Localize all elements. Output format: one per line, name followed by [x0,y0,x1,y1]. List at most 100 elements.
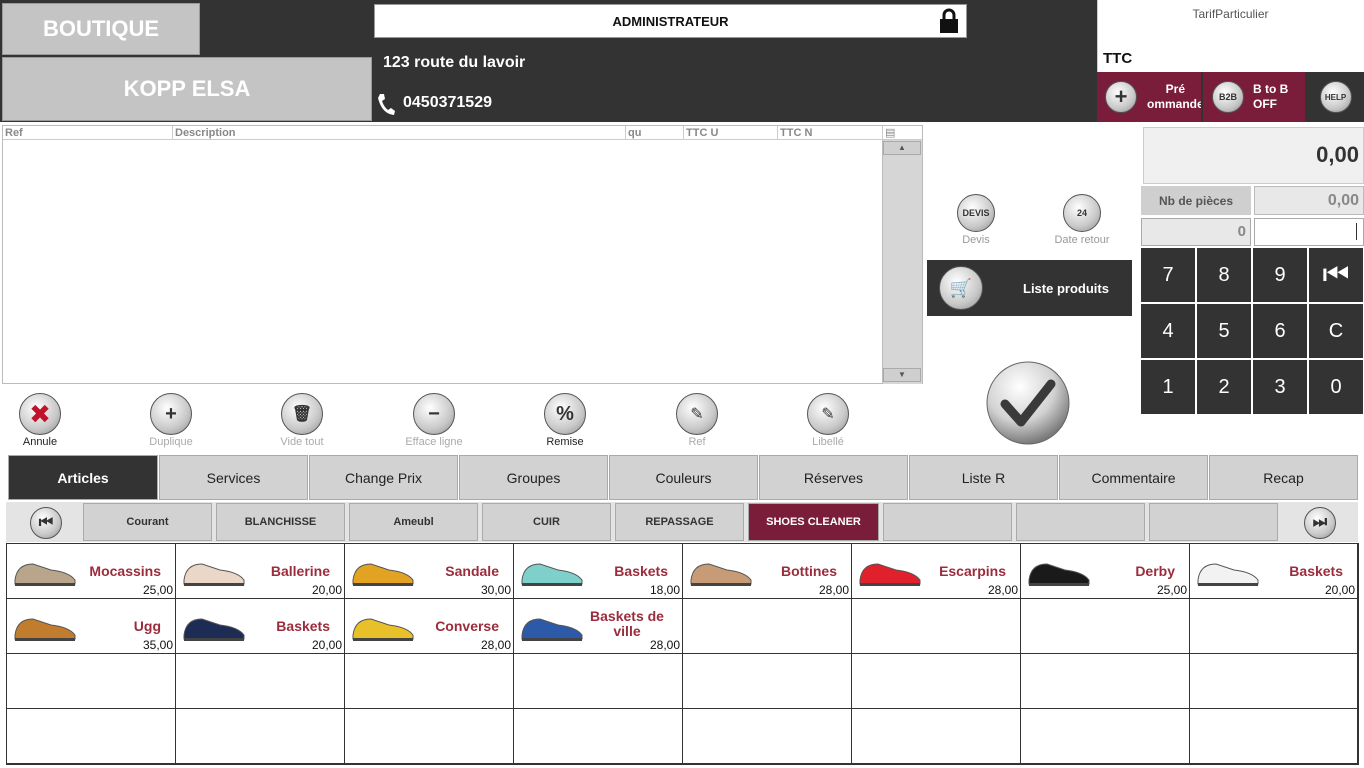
quantity-field[interactable]: 0 [1141,218,1251,246]
empty-product-tile[interactable] [7,709,176,764]
efface-ligne-button[interactable]: − Efface ligne [399,393,469,448]
remise-button[interactable]: % Remise [530,393,600,448]
annule-button[interactable]: ✖ Annule [5,393,75,448]
key-4[interactable]: 4 [1141,304,1195,358]
user-box[interactable]: ADMINISTRATEUR [374,4,967,38]
key-backspace-icon[interactable]: ⏮ [1309,248,1363,302]
b2b-button[interactable]: B2B B to B OFF [1203,72,1305,122]
column-header-description[interactable]: Description [173,126,626,140]
key-1[interactable]: 1 [1141,360,1195,414]
key-0[interactable]: 0 [1309,360,1363,414]
subtab-empty[interactable] [1149,503,1278,541]
libelle-button[interactable]: ✎ Libellé [793,393,863,448]
empty-product-tile[interactable] [514,709,683,764]
key-2[interactable]: 2 [1197,360,1251,414]
empty-product-tile[interactable] [514,654,683,709]
empty-product-tile[interactable] [1190,599,1358,654]
ref-button[interactable]: ✎ Ref [662,393,732,448]
subtab-blanchisse[interactable]: BLANCHISSE [216,503,345,541]
shoe-icon [352,563,414,586]
product-name: Baskets [614,563,668,579]
subtab-courant[interactable]: Courant [83,503,212,541]
tab-groupes[interactable]: Groupes [459,455,608,500]
empty-product-tile[interactable] [852,709,1021,764]
customer-phone: 0450371529 [403,94,492,111]
precommande-button[interactable]: + Pré ommande [1097,72,1201,122]
product-tile[interactable]: Mocassins 25,00 [7,544,176,599]
column-header-unit-price[interactable]: TTC U [684,126,778,140]
customer-name[interactable]: KOPP ELSA [2,57,372,121]
product-price: 30,00 [480,583,511,597]
column-header-net-price[interactable]: TTC N [778,126,883,140]
subtab-ameubl[interactable]: Ameubl [349,503,478,541]
scroll-up-button[interactable]: ▲ [883,141,921,155]
empty-product-tile[interactable] [852,599,1021,654]
product-tile[interactable]: Baskets 20,00 [176,599,345,654]
key-clear[interactable]: C [1309,304,1363,358]
subtab-empty[interactable] [883,503,1012,541]
tab-recap[interactable]: Recap [1209,455,1358,500]
empty-product-tile[interactable] [176,654,345,709]
vide-tout-button[interactable]: 🗑 Vide tout [267,393,337,448]
empty-product-tile[interactable] [683,654,852,709]
validate-checkmark-icon[interactable] [985,360,1071,446]
key-5[interactable]: 5 [1197,304,1251,358]
empty-product-tile[interactable] [1021,654,1190,709]
first-page-icon[interactable]: ⏮ [30,507,62,539]
ticket-lines-table[interactable]: Ref Description qu TTC U TTC N ▤ [2,125,923,384]
devis-button[interactable]: DEVIS Devis [941,194,1011,246]
key-9[interactable]: 9 [1253,248,1307,302]
tab-liste-r[interactable]: Liste R [909,455,1058,500]
column-header-qty[interactable]: qu [626,126,684,140]
subtab-shoes-cleaner[interactable]: SHOES CLEANER [748,503,879,541]
help-button[interactable]: HELP [1307,72,1364,122]
tab-commentaire[interactable]: Commentaire [1059,455,1208,500]
liste-produits-button[interactable]: 🛒 Liste produits [927,260,1132,316]
duplique-button[interactable]: + Duplique [136,393,206,448]
product-tile[interactable]: Ugg 35,00 [7,599,176,654]
empty-product-tile[interactable] [1021,709,1190,764]
date-retour-button[interactable]: 24 Date retour [1047,194,1117,246]
product-tile[interactable]: Baskets de ville 28,00 [514,599,683,654]
product-tile[interactable]: Bottines 28,00 [683,544,852,599]
product-price: 20,00 [1324,583,1355,597]
empty-product-tile[interactable] [1021,599,1190,654]
key-7[interactable]: 7 [1141,248,1195,302]
tab-articles[interactable]: Articles [8,455,158,500]
subtab-cuir[interactable]: CUIR [482,503,611,541]
product-tile[interactable]: Derby 25,00 [1021,544,1190,599]
columns-config-icon[interactable]: ▤ [883,126,922,140]
product-tile[interactable]: Sandale 30,00 [345,544,514,599]
tarif-label[interactable]: TarifParticulier [1097,7,1364,21]
tab-change-prix[interactable]: Change Prix [309,455,458,500]
empty-product-tile[interactable] [176,709,345,764]
key-8[interactable]: 8 [1197,248,1251,302]
empty-product-tile[interactable] [683,709,852,764]
empty-product-tile[interactable] [1190,709,1358,764]
empty-product-tile[interactable] [345,654,514,709]
scroll-down-button[interactable]: ▼ [883,368,921,382]
empty-product-tile[interactable] [683,599,852,654]
lock-icon[interactable] [936,8,962,34]
keypad-input[interactable] [1254,218,1364,246]
efface-ligne-label: Efface ligne [405,436,463,448]
key-3[interactable]: 3 [1253,360,1307,414]
column-header-ref[interactable]: Ref [3,126,173,140]
empty-product-tile[interactable] [1190,654,1358,709]
product-tile[interactable]: Baskets 18,00 [514,544,683,599]
subtab-repassage[interactable]: REPASSAGE [615,503,744,541]
last-page-icon[interactable]: ⏭ [1304,507,1336,539]
product-tile[interactable]: Converse 28,00 [345,599,514,654]
empty-product-tile[interactable] [345,709,514,764]
product-tile[interactable]: Ballerine 20,00 [176,544,345,599]
tab-reserves[interactable]: Réserves [759,455,908,500]
subtab-empty[interactable] [1016,503,1145,541]
key-6[interactable]: 6 [1253,304,1307,358]
tab-services[interactable]: Services [159,455,308,500]
product-tile[interactable]: Baskets 20,00 [1190,544,1358,599]
product-tile[interactable]: Escarpins 28,00 [852,544,1021,599]
empty-product-tile[interactable] [7,654,176,709]
tab-couleurs[interactable]: Couleurs [609,455,758,500]
table-scrollbar[interactable] [882,140,922,384]
empty-product-tile[interactable] [852,654,1021,709]
